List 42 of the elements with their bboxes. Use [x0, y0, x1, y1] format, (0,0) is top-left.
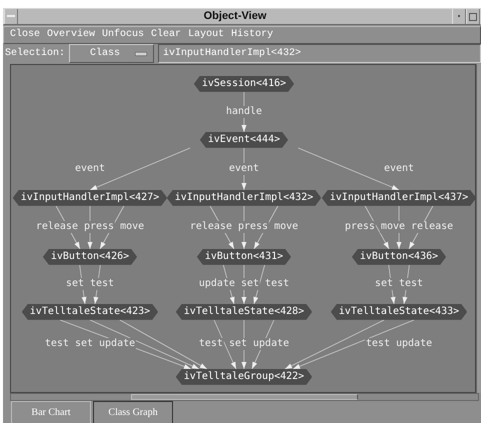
edge-label: press [236, 221, 270, 234]
window-menu-button[interactable] [4, 9, 18, 24]
edge-label: set [240, 278, 260, 290]
graph-node[interactable]: ivTelltaleState<428> [176, 304, 312, 320]
dash-icon [7, 15, 15, 18]
graph-node[interactable]: ivSession<416> [194, 76, 294, 92]
graph-node[interactable]: ivTelltaleState<433> [330, 304, 468, 320]
edge-label: release [410, 221, 454, 234]
square-icon [469, 12, 477, 20]
edge-label: update [98, 338, 136, 350]
graph-node[interactable]: ivInputHandlerImpl<432> [166, 190, 322, 206]
edge-label: press [344, 221, 376, 234]
dropdown-bar-icon [135, 52, 148, 56]
horizontal-scrollbar[interactable] [10, 393, 479, 401]
edge-label: move [380, 221, 406, 234]
edge-label: update [394, 338, 434, 350]
edge-label: update [198, 278, 236, 290]
graph-node[interactable]: ivTelltaleGroup<422> [176, 368, 312, 385]
edge-label: set [64, 278, 85, 290]
vertical-scrollbar[interactable] [476, 64, 481, 394]
graph-node[interactable]: ivButton<426> [42, 248, 138, 265]
edge-label: update [252, 338, 290, 350]
graph-node[interactable]: ivInputHandlerImpl<437> [322, 190, 475, 206]
edge-label: set [374, 278, 394, 290]
edge-label: release [188, 221, 233, 234]
edge-label: set [228, 338, 248, 350]
edge-label: event [228, 162, 260, 175]
window-title: Object-View [202, 9, 268, 24]
minimize-button[interactable] [452, 9, 466, 24]
edge-label: test [398, 278, 424, 290]
edge-label: handle [224, 106, 264, 118]
selection-label: Selection: [5, 46, 66, 62]
graph-node[interactable]: ivButton<436> [352, 248, 446, 265]
scrollbar-thumb[interactable] [131, 394, 358, 400]
graph-node[interactable]: ivButton<431> [196, 248, 292, 265]
edge-label: release [34, 221, 79, 234]
edge-label: press [82, 221, 116, 234]
edge-label: test [88, 278, 116, 290]
graph-node[interactable]: ivInputHandlerImpl<427> [12, 190, 168, 206]
maximize-button[interactable] [466, 9, 480, 24]
graph-node[interactable]: ivTelltaleState<423> [22, 304, 158, 320]
graph-node[interactable]: ivEvent<444> [200, 132, 288, 148]
